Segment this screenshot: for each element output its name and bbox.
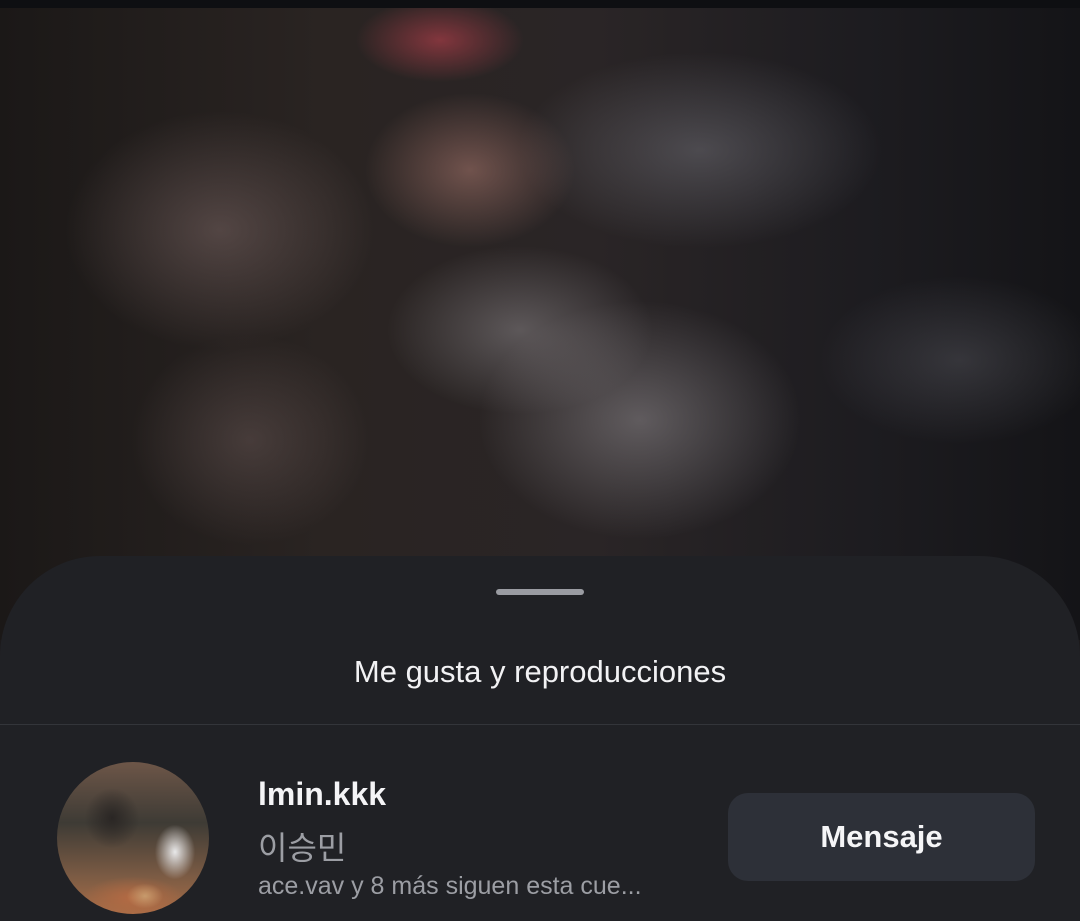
full-name: 이승민 <box>258 830 347 866</box>
followed-by-text: ace.vav y 8 más siguen esta cue... <box>258 872 642 900</box>
sheet-divider <box>0 724 1080 725</box>
user-list-item[interactable]: lmin.kkk 이승민 ace.vav y 8 más siguen esta… <box>0 726 1080 921</box>
message-button[interactable]: Mensaje <box>728 793 1035 881</box>
avatar[interactable] <box>57 762 209 914</box>
reel-viewer-screen: Me gusta y reproducciones lmin.kkk 이승민 a… <box>0 0 1080 921</box>
sheet-title: Me gusta y reproducciones <box>353 654 727 689</box>
drag-handle-icon[interactable] <box>496 589 584 595</box>
username[interactable]: lmin.kkk <box>258 776 386 813</box>
status-bar-strip <box>0 0 1080 8</box>
video-background[interactable] <box>0 0 1080 640</box>
